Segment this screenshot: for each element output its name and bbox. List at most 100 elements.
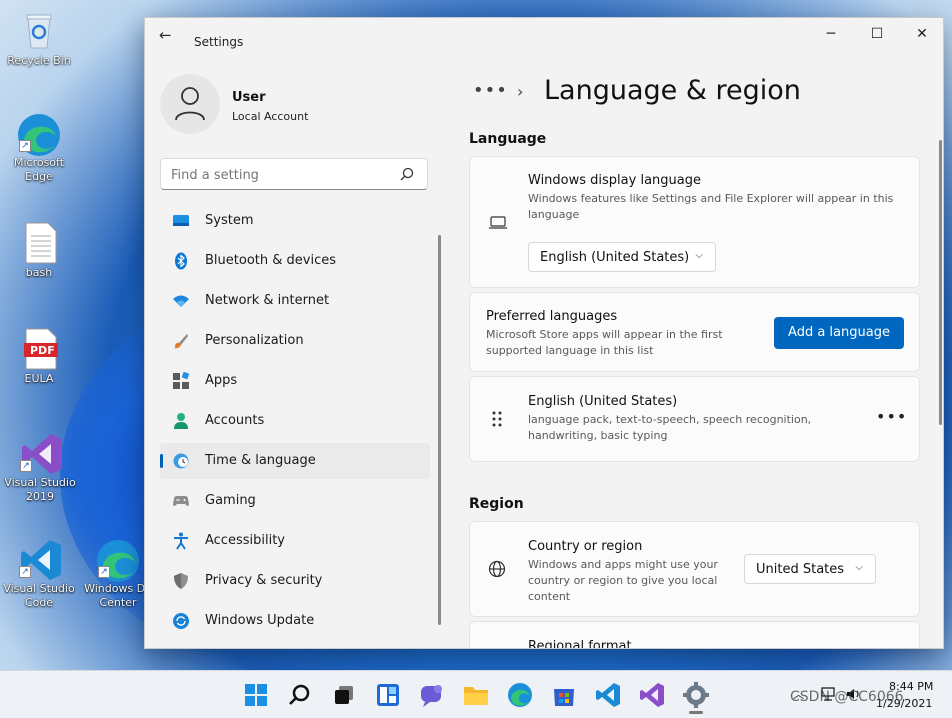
store-icon[interactable] [550,681,578,709]
breadcrumb-chevron-icon: › [517,82,524,101]
file-explorer-icon[interactable] [462,681,490,709]
active-app-indicator [689,711,703,714]
user-name: User [232,90,266,105]
search-icon[interactable] [286,681,314,709]
desktop-icon-label: Microsoft Edge [13,156,65,183]
sidebar-item-label: Bluetooth & devices [205,253,336,268]
sidebar-item-accounts[interactable]: Accounts [160,403,430,439]
display-language-dropdown[interactable]: English (United States) ⌵ [528,242,716,272]
sidebar-item-label: Personalization [205,333,304,348]
regional-format-title: Regional format [528,639,632,649]
minimize-button[interactable]: ─ [821,26,841,44]
chat-icon[interactable] [418,681,446,709]
sidebar-item-apps[interactable]: Apps [160,363,430,399]
sidebar-nav: System Bluetooth & devices Network & int… [160,203,430,643]
sidebar-item-windows-update[interactable]: Windows Update [160,603,430,639]
settings-window: ← Settings ─ ☐ ✕ User Local Account Syst… [144,17,944,649]
more-options-button[interactable]: ••• [876,407,907,426]
sidebar-item-label: Accounts [205,413,265,428]
sidebar-item-privacy-security[interactable]: Privacy & security [160,563,430,599]
chevron-down-icon: ⌵ [695,250,703,261]
sidebar-item-gaming[interactable]: Gaming [160,483,430,519]
widgets-icon[interactable] [374,681,402,709]
text-file-icon [19,222,59,264]
accounts-icon [174,413,188,429]
desktop-icon-label: bash [25,266,53,279]
search-icon[interactable] [399,166,415,182]
apps-icon [173,372,190,389]
pdf-badge: PDF [30,344,55,357]
desktop-icon-edge[interactable]: ↗ Microsoft Edge [3,112,75,184]
preferred-languages-desc: Microsoft Store apps will appear in the … [486,328,723,357]
laptop-icon [489,216,507,229]
country-region-desc: Windows and apps might use your country … [528,558,718,603]
english-language-card: English (United States) language pack, t… [469,376,920,462]
shield-icon [174,573,188,589]
title-bar: ← Settings ─ ☐ ✕ [145,18,943,52]
sidebar-item-label: Accessibility [205,533,285,548]
bluetooth-icon [175,252,187,270]
page-title: Language & region [544,75,801,106]
preferred-languages-title: Preferred languages [486,309,618,324]
sidebar-item-network[interactable]: Network & internet [160,283,430,319]
maximize-button[interactable]: ☐ [867,26,887,44]
vscode-icon[interactable] [594,681,622,709]
display-language-title: Windows display language [528,173,701,188]
edge-icon: ↗ [18,112,60,156]
visual-studio-icon: ↗ [20,432,62,474]
section-title-language: Language [469,131,547,147]
recycle-bin-icon [19,10,59,50]
account-type: Local Account [232,110,309,123]
sidebar-item-label: Gaming [205,493,256,508]
country-dropdown[interactable]: United States ⌵ [744,554,876,584]
gamepad-icon [173,496,189,506]
back-button[interactable]: ← [159,26,181,46]
start-icon[interactable] [242,681,270,709]
settings-gear-icon[interactable] [682,681,710,709]
desktop-icon-bash[interactable]: bash [3,222,75,280]
sidebar-item-personalization[interactable]: Personalization [160,323,430,359]
system-icon [173,215,189,226]
search-input[interactable] [171,165,391,185]
drag-handle-icon[interactable] [492,411,502,427]
avatar [160,74,220,134]
dropdown-value: United States [756,562,845,577]
task-view-icon[interactable] [330,681,358,709]
brush-icon [174,334,188,349]
sidebar-item-label: Time & language [205,453,316,468]
breadcrumb-more-button[interactable]: ••• [473,80,508,101]
pdf-file-icon: PDF [19,328,59,370]
shortcut-arrow-icon: ↗ [19,566,31,578]
shortcut-arrow-icon: ↗ [98,566,110,578]
desktop-icon-recycle-bin[interactable]: Recycle Bin [3,10,75,68]
add-language-button[interactable]: Add a language [774,317,904,349]
country-region-card: Country or region Windows and apps might… [469,521,920,617]
desktop-icon-visual-studio[interactable]: ↗ Visual Studio 2019 [3,432,77,504]
app-title: Settings [194,35,244,49]
desktop-icon-label: Visual Studio 2019 [4,476,76,503]
sidebar-item-label: Network & internet [205,293,330,308]
desktop-icon-vscode[interactable]: ↗ Visual Studio Code [3,538,75,610]
edge-icon[interactable] [506,681,534,709]
shortcut-arrow-icon: ↗ [20,460,32,472]
watermark-text: CSDN @CC6066 [790,689,904,705]
globe-icon [488,560,506,578]
search-box[interactable] [160,158,428,190]
sidebar-scrollbar[interactable] [438,235,441,625]
preferred-languages-card: Preferred languages Microsoft Store apps… [469,292,920,372]
sidebar-item-accessibility[interactable]: Accessibility [160,523,430,559]
section-title-region: Region [469,496,524,512]
sidebar-item-system[interactable]: System [160,203,430,239]
desktop-icon-eula[interactable]: PDF EULA [3,328,75,386]
visual-studio-icon[interactable] [638,681,666,709]
sidebar-item-time-language[interactable]: Time & language [160,443,430,479]
main-scrollbar[interactable] [939,140,942,425]
sidebar-item-label: Windows Update [205,613,315,628]
dropdown-value: English (United States) [540,250,690,265]
display-language-card: Windows display language Windows feature… [469,156,920,288]
vscode-icon: ↗ [19,538,61,580]
close-button[interactable]: ✕ [912,26,932,44]
user-profile[interactable]: User Local Account [160,74,430,138]
sidebar-item-bluetooth[interactable]: Bluetooth & devices [160,243,430,279]
chevron-down-icon: ⌵ [855,562,863,573]
